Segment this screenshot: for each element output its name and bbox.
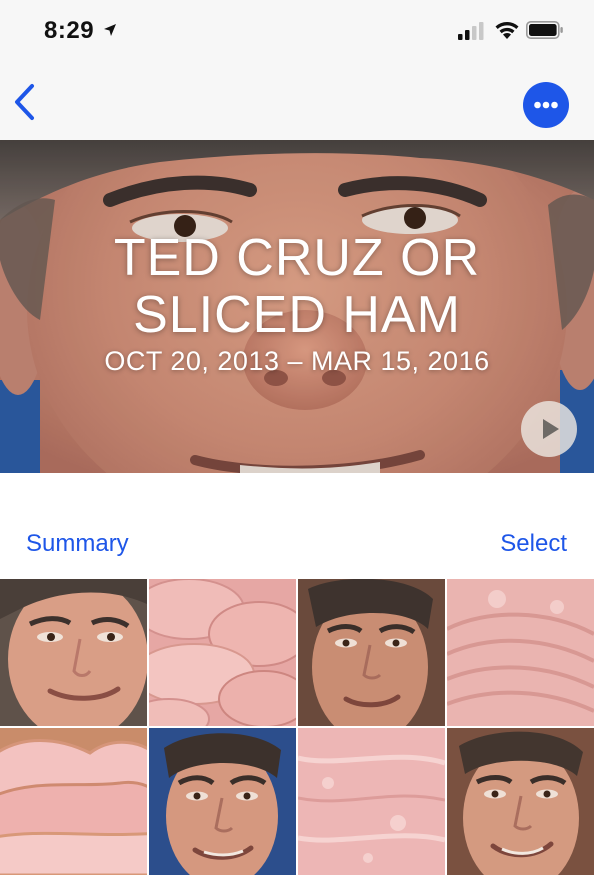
wifi-icon <box>495 22 519 39</box>
ham-photo <box>298 728 445 875</box>
memories-screen: 8:29 TED CRUZ OR SLICED HAM OCT 20, 2013… <box>0 0 594 876</box>
chevron-left-icon <box>15 84 34 120</box>
status-bar: 8:29 <box>0 0 594 62</box>
photo-thumbnail-ham[interactable] <box>298 728 445 875</box>
photo-thumbnail-ham[interactable] <box>149 579 296 726</box>
ham-photo <box>0 728 147 875</box>
photos-section-header: Summary Select <box>0 473 594 579</box>
memory-title: TED CRUZ OR SLICED HAM <box>0 230 594 344</box>
face-photo <box>298 579 445 726</box>
memory-title-line-2: SLICED HAM <box>133 286 461 344</box>
photo-thumbnail-face[interactable] <box>447 728 594 875</box>
more-options-button[interactable] <box>523 82 569 128</box>
face-photo <box>447 728 594 875</box>
memory-title-line-1: TED CRUZ OR <box>113 229 481 287</box>
photo-thumbnail-face[interactable] <box>149 728 296 875</box>
photo-thumbnail-ham[interactable] <box>447 579 594 726</box>
photo-thumbnail-face[interactable] <box>298 579 445 726</box>
photo-grid <box>0 579 594 876</box>
memory-date-range: OCT 20, 2013 – MAR 15, 2016 <box>104 346 490 376</box>
ellipsis-icon <box>534 101 558 109</box>
face-photo <box>149 728 296 875</box>
play-icon <box>543 419 559 439</box>
location-arrow-icon <box>104 24 116 36</box>
status-time: 8:29 <box>44 17 95 44</box>
photo-thumbnail-face[interactable] <box>0 579 147 726</box>
ham-photo <box>149 579 296 726</box>
battery-icon <box>526 21 563 39</box>
select-button[interactable]: Select <box>500 530 567 558</box>
face-photo <box>0 579 147 726</box>
cellular-signal-icon <box>458 22 484 40</box>
ham-photo <box>447 579 594 726</box>
photo-thumbnail-ham[interactable] <box>0 728 147 875</box>
back-button[interactable] <box>8 82 44 122</box>
play-memory-button[interactable] <box>521 401 577 457</box>
summary-button[interactable]: Summary <box>26 530 129 558</box>
navigation-bar <box>0 62 594 140</box>
memory-key-photo[interactable]: TED CRUZ OR SLICED HAM OCT 20, 2013 – MA… <box>0 140 594 473</box>
